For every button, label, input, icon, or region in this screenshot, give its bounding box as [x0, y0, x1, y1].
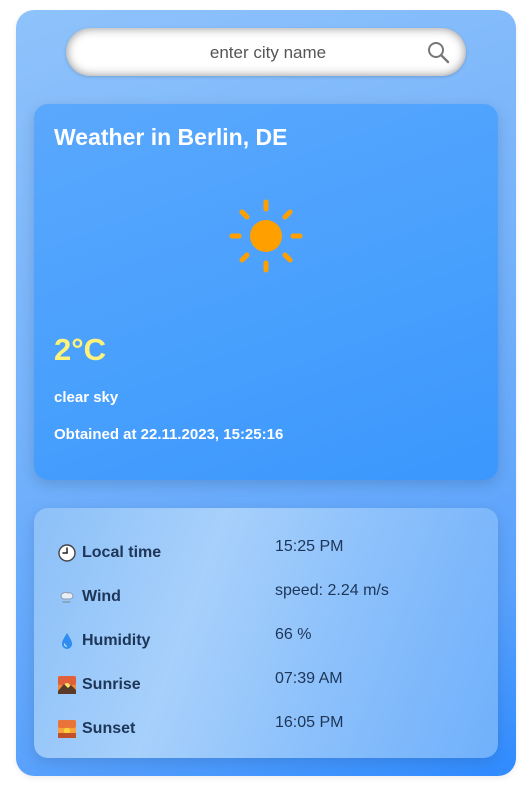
clock-icon [58, 544, 76, 562]
weather-details-card: Local time 15:25 PM Wind speed: 2.24 m/s… [34, 508, 498, 758]
detail-value: 15:25 PM [275, 538, 344, 555]
detail-row-sunrise: Sunrise 07:39 AM [34, 670, 498, 700]
sunset-icon [58, 720, 76, 738]
temperature: 2°C [54, 332, 107, 367]
sun-icon [229, 199, 303, 273]
current-weather-card: Weather in Berlin, DE 2°C clear sky Obta… [34, 104, 498, 480]
search-icon[interactable] [426, 40, 450, 64]
detail-row-humidity: Humidity 66 % [34, 626, 498, 656]
detail-value: 07:39 AM [275, 670, 343, 687]
detail-value: 66 % [275, 626, 312, 643]
detail-row-sunset: Sunset 16:05 PM [34, 714, 498, 744]
detail-value: speed: 2.24 m/s [275, 582, 389, 599]
detail-label: Sunset [82, 720, 136, 737]
detail-value: 16:05 PM [275, 714, 344, 731]
detail-row-local-time: Local time 15:25 PM [34, 538, 498, 568]
weather-title: Weather in Berlin, DE [54, 124, 288, 150]
obtained-timestamp: Obtained at 22.11.2023, 15:25:16 [54, 426, 284, 443]
detail-row-wind: Wind speed: 2.24 m/s [34, 582, 498, 612]
detail-label: Humidity [82, 632, 151, 649]
weather-description: clear sky [54, 389, 119, 406]
weather-app: Weather in Berlin, DE 2°C clear sky Obta… [16, 10, 516, 776]
droplet-icon [62, 633, 72, 649]
detail-label: Local time [82, 544, 162, 561]
detail-label: Sunrise [82, 676, 141, 693]
sunrise-icon [58, 676, 76, 694]
search-bar [66, 28, 466, 78]
wind-icon [60, 591, 74, 603]
detail-label: Wind [82, 588, 121, 605]
city-search-input[interactable] [86, 28, 450, 78]
